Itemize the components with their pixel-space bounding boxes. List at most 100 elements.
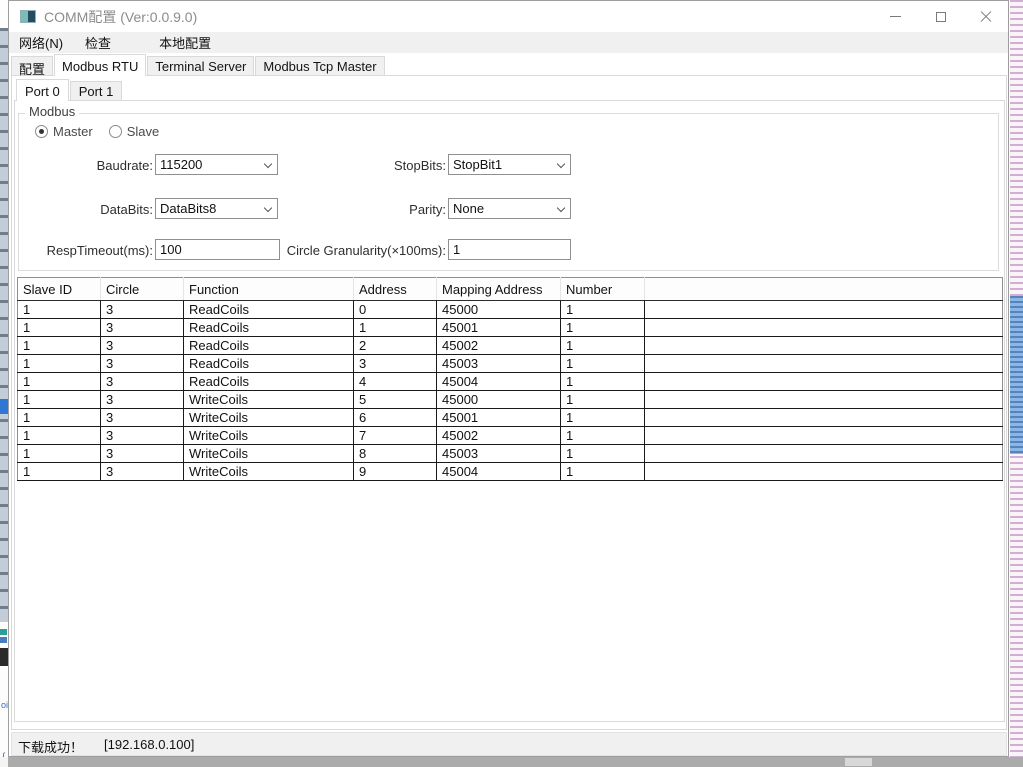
table-row[interactable]: 13WriteCoils6450011: [18, 409, 1003, 427]
table-cell[interactable]: 1: [18, 355, 101, 373]
table-cell[interactable]: ReadCoils: [184, 373, 354, 391]
table-cell[interactable]: 1: [561, 445, 645, 463]
table-cell[interactable]: 3: [101, 409, 184, 427]
table-cell[interactable]: 3: [101, 319, 184, 337]
table-row[interactable]: 13WriteCoils7450021: [18, 427, 1003, 445]
table-cell[interactable]: 3: [101, 355, 184, 373]
maximize-button[interactable]: [918, 1, 963, 32]
table-row[interactable]: 13WriteCoils9450041: [18, 463, 1003, 481]
table-cell[interactable]: [645, 301, 1003, 319]
table-cell[interactable]: 4: [354, 373, 437, 391]
table-cell[interactable]: 45002: [437, 427, 561, 445]
slave-radio[interactable]: [109, 125, 122, 138]
table-cell[interactable]: ReadCoils: [184, 301, 354, 319]
table-cell[interactable]: 7: [354, 427, 437, 445]
table-cell[interactable]: 1: [18, 301, 101, 319]
titlebar[interactable]: COMM配置 (Ver:0.0.9.0): [9, 1, 1008, 32]
slave-radio-label[interactable]: Slave: [127, 124, 160, 139]
tab-config[interactable]: 配置: [11, 56, 53, 75]
table-row[interactable]: 13WriteCoils5450001: [18, 391, 1003, 409]
table-cell[interactable]: 45003: [437, 445, 561, 463]
table-cell[interactable]: 1: [18, 409, 101, 427]
minimize-button[interactable]: [873, 1, 918, 32]
table-cell[interactable]: 45000: [437, 391, 561, 409]
table-cell[interactable]: 1: [18, 427, 101, 445]
master-radio-label[interactable]: Master: [53, 124, 93, 139]
col-function[interactable]: Function: [184, 278, 354, 301]
table-cell[interactable]: [645, 319, 1003, 337]
table-cell[interactable]: 45001: [437, 409, 561, 427]
table-cell[interactable]: 1: [561, 373, 645, 391]
col-slave-id[interactable]: Slave ID: [18, 278, 101, 301]
table-row[interactable]: 13ReadCoils2450021: [18, 337, 1003, 355]
table-cell[interactable]: 1: [561, 301, 645, 319]
table-cell[interactable]: 45000: [437, 301, 561, 319]
table-cell[interactable]: 3: [101, 391, 184, 409]
table-cell[interactable]: 1: [561, 337, 645, 355]
table-cell[interactable]: 1: [354, 319, 437, 337]
table-cell[interactable]: 1: [561, 427, 645, 445]
table-cell[interactable]: [645, 409, 1003, 427]
table-cell[interactable]: ReadCoils: [184, 355, 354, 373]
col-number[interactable]: Number: [561, 278, 645, 301]
table-cell[interactable]: WriteCoils: [184, 445, 354, 463]
table-cell[interactable]: 3: [101, 301, 184, 319]
table-cell[interactable]: 1: [561, 391, 645, 409]
table-cell[interactable]: [645, 337, 1003, 355]
table-cell[interactable]: [645, 373, 1003, 391]
table-cell[interactable]: 45001: [437, 319, 561, 337]
table-row[interactable]: 13ReadCoils3450031: [18, 355, 1003, 373]
table-cell[interactable]: 3: [101, 373, 184, 391]
tab-port-1[interactable]: Port 1: [70, 81, 123, 100]
table-cell[interactable]: 45004: [437, 373, 561, 391]
table-cell[interactable]: [645, 463, 1003, 481]
table-row[interactable]: 13ReadCoils1450011: [18, 319, 1003, 337]
table-cell[interactable]: 1: [18, 391, 101, 409]
table-row[interactable]: 13ReadCoils0450001: [18, 301, 1003, 319]
table-cell[interactable]: ReadCoils: [184, 337, 354, 355]
table-cell[interactable]: 1: [18, 319, 101, 337]
table-cell[interactable]: WriteCoils: [184, 409, 354, 427]
table-cell[interactable]: 1: [561, 409, 645, 427]
table-cell[interactable]: 1: [561, 355, 645, 373]
table-row[interactable]: 13ReadCoils4450041: [18, 373, 1003, 391]
tab-port-0[interactable]: Port 0: [16, 79, 69, 101]
table-cell[interactable]: [645, 391, 1003, 409]
table-cell[interactable]: [645, 355, 1003, 373]
table-cell[interactable]: 1: [18, 445, 101, 463]
table-cell[interactable]: [645, 427, 1003, 445]
table-cell[interactable]: 3: [101, 445, 184, 463]
table-cell[interactable]: 45003: [437, 355, 561, 373]
table-cell[interactable]: 3: [101, 427, 184, 445]
col-mapping-address[interactable]: Mapping Address: [437, 278, 561, 301]
table-cell[interactable]: WriteCoils: [184, 391, 354, 409]
table-cell[interactable]: 3: [101, 337, 184, 355]
col-address[interactable]: Address: [354, 278, 437, 301]
table-cell[interactable]: 2: [354, 337, 437, 355]
stopbits-select[interactable]: StopBit1: [448, 154, 571, 175]
table-row[interactable]: 13WriteCoils8450031: [18, 445, 1003, 463]
close-button[interactable]: [963, 1, 1008, 32]
background-editor-scrollbar[interactable]: [0, 757, 1023, 767]
menu-item-check[interactable]: 检查: [81, 32, 115, 53]
table-cell[interactable]: 1: [18, 463, 101, 481]
table-cell[interactable]: [645, 445, 1003, 463]
table-cell[interactable]: 8: [354, 445, 437, 463]
table-cell[interactable]: 45002: [437, 337, 561, 355]
table-cell[interactable]: WriteCoils: [184, 463, 354, 481]
table-cell[interactable]: 0: [354, 301, 437, 319]
table-cell[interactable]: WriteCoils: [184, 427, 354, 445]
table-cell[interactable]: 6: [354, 409, 437, 427]
menu-item-network[interactable]: 网络(N): [15, 32, 67, 53]
col-circle[interactable]: Circle: [101, 278, 184, 301]
menu-item-local-config[interactable]: 本地配置: [155, 32, 215, 53]
tab-terminal-server[interactable]: Terminal Server: [147, 56, 254, 75]
tab-modbus-tcp-master[interactable]: Modbus Tcp Master: [255, 56, 384, 75]
scrollbar-thumb[interactable]: [845, 758, 872, 766]
table-cell[interactable]: 3: [354, 355, 437, 373]
table-cell[interactable]: 3: [101, 463, 184, 481]
table-cell[interactable]: ReadCoils: [184, 319, 354, 337]
master-radio[interactable]: [35, 125, 48, 138]
table-cell[interactable]: 5: [354, 391, 437, 409]
parity-select[interactable]: None: [448, 198, 571, 219]
